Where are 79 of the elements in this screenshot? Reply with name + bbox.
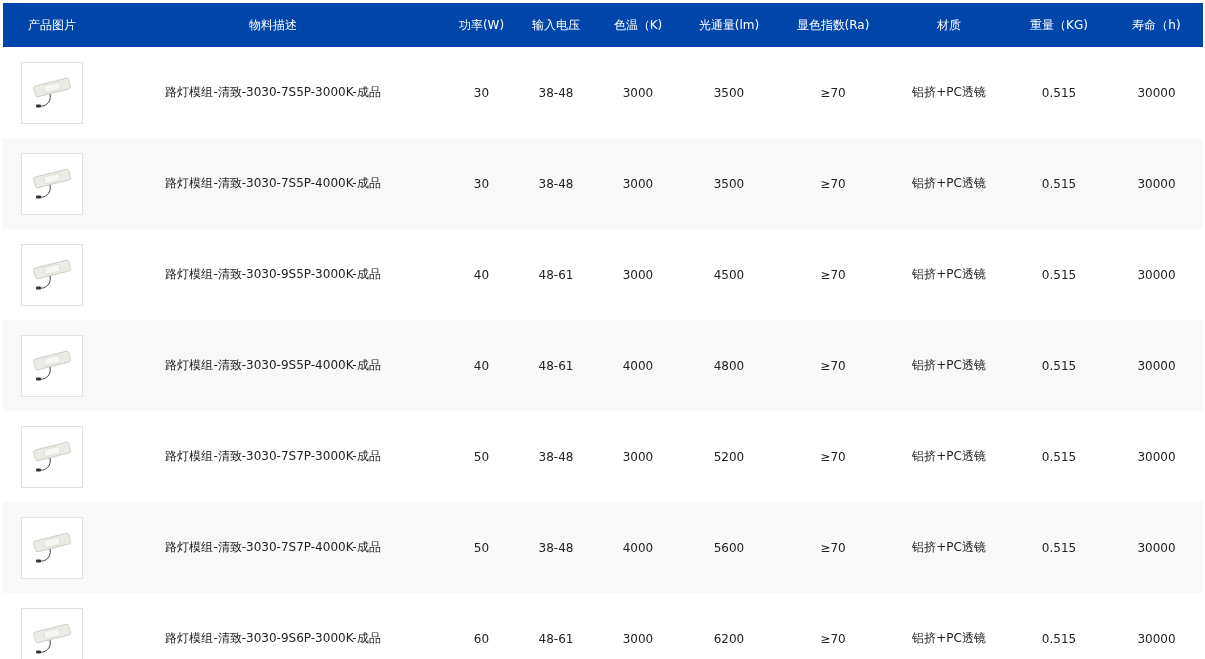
product-photo-placeholder <box>21 152 83 215</box>
table-cell-text: 30000 <box>1136 85 1177 100</box>
table-cell-text: 6200 <box>712 631 746 646</box>
table-cell-text: 40 <box>472 358 491 373</box>
table-cell-text: 38-48 <box>537 85 575 100</box>
table-cell-text: ≥70 <box>819 85 847 100</box>
table-cell-text: 5600 <box>712 540 746 555</box>
table-cell-text: 30000 <box>1136 358 1177 373</box>
table-cell-text: 3500 <box>712 85 746 100</box>
table-cell-text: ≥70 <box>819 176 847 191</box>
column-header: 材质 <box>936 16 962 34</box>
product-photo-placeholder <box>21 61 83 124</box>
table-cell-text: 5200 <box>712 449 746 464</box>
table-cell-text: 铝挤+PC透镜 <box>911 630 987 647</box>
table-cell-text: 路灯模组-清致-3030-7S5P-3000K-成品 <box>164 84 382 101</box>
table-cell-text: 0.515 <box>1040 267 1078 282</box>
table-cell-text: 铝挤+PC透镜 <box>911 266 987 283</box>
table-cell-text: ≥70 <box>819 358 847 373</box>
table-cell-text: 60 <box>472 631 491 646</box>
table-cell-text: 40 <box>472 267 491 282</box>
table-cell-text: 50 <box>472 449 491 464</box>
table-cell-text: 0.515 <box>1040 358 1078 373</box>
column-header: 光通量(lm) <box>697 16 761 34</box>
table-cell-text: 铝挤+PC透镜 <box>911 84 987 101</box>
table-cell-text: 路灯模组-清致-3030-7S7P-3000K-成品 <box>164 448 382 465</box>
table-cell-text: 3000 <box>621 631 655 646</box>
table-cell-text: 3000 <box>621 176 655 191</box>
table-cell-text: 3000 <box>621 449 655 464</box>
table-cell-text: 30000 <box>1136 267 1177 282</box>
table-cell-text: 30000 <box>1136 449 1177 464</box>
product-photo-placeholder <box>21 516 83 579</box>
table-cell-text: 30000 <box>1136 540 1177 555</box>
table-cell-text: 4000 <box>621 540 655 555</box>
product-photo-placeholder <box>21 425 83 488</box>
table-cell-text: 38-48 <box>537 540 575 555</box>
table-cell-text: 48-61 <box>537 358 575 373</box>
product-photo-placeholder <box>21 243 83 306</box>
column-header: 寿命（h) <box>1131 16 1182 34</box>
column-header: 功率(W) <box>457 16 506 34</box>
table-cell-text: 38-48 <box>537 176 575 191</box>
table-cell-text: 30000 <box>1136 631 1177 646</box>
table-cell-text: 路灯模组-清致-3030-9S5P-4000K-成品 <box>164 357 382 374</box>
table-cell-text: 48-61 <box>537 631 575 646</box>
table-cell-text: ≥70 <box>819 540 847 555</box>
table-cell-text: 路灯模组-清致-3030-9S5P-3000K-成品 <box>164 266 382 283</box>
table-cell-text: 铝挤+PC透镜 <box>911 357 987 374</box>
table-cell-text: 4800 <box>712 358 746 373</box>
table-cell-text: 3500 <box>712 176 746 191</box>
table-cell-text: 38-48 <box>537 449 575 464</box>
table-cell-text: 路灯模组-清致-3030-7S7P-4000K-成品 <box>164 539 382 556</box>
table-cell-text: 0.515 <box>1040 449 1078 464</box>
table-cell-text: 铝挤+PC透镜 <box>911 539 987 556</box>
table-cell-text: ≥70 <box>819 631 847 646</box>
table-cell-text: 0.515 <box>1040 540 1078 555</box>
table-cell-text: ≥70 <box>819 449 847 464</box>
table-cell-text: 铝挤+PC透镜 <box>911 448 987 465</box>
table-cell-text: 0.515 <box>1040 176 1078 191</box>
table-cell-text: 0.515 <box>1040 631 1078 646</box>
table-cell-text: 30 <box>472 85 491 100</box>
table-cell-text: 路灯模组-清致-3030-9S6P-3000K-成品 <box>164 630 382 647</box>
table-cell-text: 4500 <box>712 267 746 282</box>
table-cell-text: 3000 <box>621 267 655 282</box>
table-cell-text: 4000 <box>621 358 655 373</box>
column-header: 物料描述 <box>248 16 298 34</box>
table-cell-text: 0.515 <box>1040 85 1078 100</box>
table-cell-text: 48-61 <box>537 267 575 282</box>
product-photo-placeholder <box>21 334 83 397</box>
column-header: 产品图片 <box>27 16 77 34</box>
column-header: 输入电压 <box>531 16 581 34</box>
table-cell-text: 50 <box>472 540 491 555</box>
table-cell-text: 3000 <box>621 85 655 100</box>
table-cell-text: ≥70 <box>819 267 847 282</box>
column-header: 色温（K) <box>612 16 664 34</box>
column-header: 重量（KG) <box>1029 16 1089 34</box>
table-cell-text: 30000 <box>1136 176 1177 191</box>
column-header: 显色指数(Ra) <box>795 16 871 34</box>
table-cell-text: 铝挤+PC透镜 <box>911 175 987 192</box>
table-cell-text: 30 <box>472 176 491 191</box>
table-cell-text: 路灯模组-清致-3030-7S5P-4000K-成品 <box>164 175 382 192</box>
